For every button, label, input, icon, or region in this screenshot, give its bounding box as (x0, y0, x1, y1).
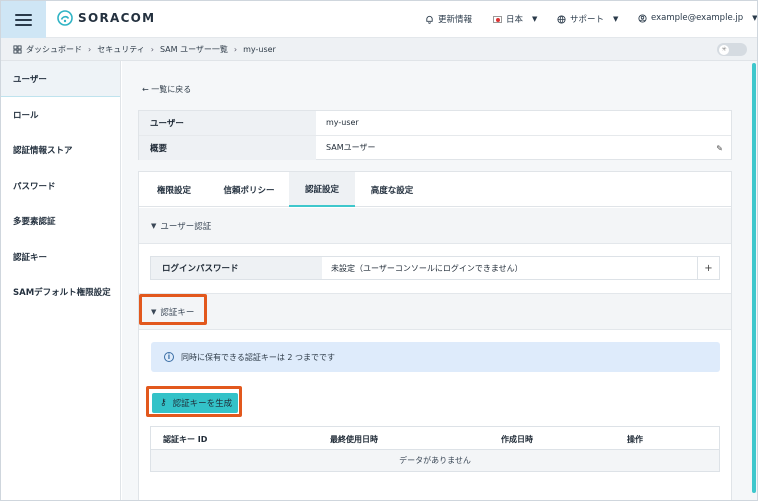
sidebar-item-label: 認証キー (13, 252, 48, 263)
info-row-description: 概要 SAMユーザー ✎ (139, 135, 731, 160)
column-header[interactable]: 作成日時 (501, 434, 533, 445)
sidebar-item-auth-keys[interactable]: 認証キー (1, 239, 120, 275)
column-header: 操作 (627, 435, 643, 444)
breadcrumb: ダッシュボード › セキュリティ › SAM ユーザー一覧 › my-user … (1, 38, 757, 61)
app-window: SORACOM 更新情報 日本 ▼ サポート ▼ example@example… (0, 0, 758, 501)
plus-icon: + (704, 262, 713, 274)
breadcrumb-dashboard[interactable]: ダッシュボード (26, 44, 82, 55)
globe-icon (557, 14, 566, 24)
chevron-right-icon: › (150, 44, 154, 54)
back-link-label: 一覧に戻る (151, 85, 192, 94)
bell-icon (426, 15, 433, 24)
auth-key-section-header[interactable]: ▼ 認証キー (139, 293, 731, 330)
settings-tabs: 権限設定 信頼ポリシー 認証設定 高度な設定 (139, 172, 731, 207)
notice-text: 同時に保有できる認証キーは 2 つまでです (181, 352, 336, 362)
user-circle-icon (638, 13, 647, 23)
login-password-label: ログインパスワード (151, 257, 322, 279)
caret-down-icon: ▼ (752, 14, 758, 22)
sidebar-item-label: ユーザー (13, 74, 47, 85)
support-menu[interactable]: サポート ▼ (557, 13, 618, 25)
sidebar-item-label: 多要素認証 (13, 217, 56, 228)
sidebar-item-label: 認証情報ストア (13, 146, 73, 157)
top-bar: SORACOM 更新情報 日本 ▼ サポート ▼ example@example… (1, 1, 758, 38)
triangle-down-icon: ▼ (151, 221, 157, 230)
tab-label: 信頼ポリシー (223, 185, 275, 196)
sidebar-item-label: SAMデフォルト権限設定 (13, 288, 111, 299)
breadcrumb-current: my-user (243, 44, 276, 54)
tab-permissions[interactable]: 権限設定 (139, 172, 209, 207)
info-label-user: ユーザー (139, 111, 316, 135)
tab-label: 高度な設定 (370, 185, 414, 196)
auth-key-notice: i 同時に保有できる認証キーは 2 つまでです (151, 342, 720, 372)
language-select[interactable]: 日本 ▼ (493, 13, 537, 25)
login-password-value: 未設定（ユーザーコンソールにログインできません） (331, 263, 523, 273)
user-auth-title: ユーザー認証 (160, 221, 212, 232)
info-label-description: 概要 (139, 135, 316, 160)
info-row-user: ユーザー my-user (139, 111, 731, 136)
theme-toggle[interactable]: ✳ (717, 43, 747, 56)
tab-label: 認証設定 (304, 184, 339, 195)
login-password-row: ログインパスワード 未設定（ユーザーコンソールにログインできません） + (150, 256, 720, 280)
tab-auth-settings[interactable]: 認証設定 (289, 172, 355, 207)
tab-label: 権限設定 (156, 185, 191, 196)
breadcrumb-security[interactable]: セキュリティ (97, 44, 145, 55)
empty-state: データがありません (151, 450, 719, 471)
scrollbar-thumb[interactable] (752, 63, 756, 493)
sidebar-item-users[interactable]: ユーザー (1, 61, 120, 97)
updates-link[interactable]: 更新情報 (425, 13, 472, 25)
chevron-right-icon: › (88, 44, 92, 54)
account-menu[interactable]: example@example.jp ▼ (638, 13, 758, 23)
back-to-list-link[interactable]: ← 一覧に戻る (142, 84, 191, 95)
tab-trust-policy[interactable]: 信頼ポリシー (209, 172, 289, 207)
chevron-right-icon: › (233, 44, 238, 54)
dashboard-icon (13, 44, 22, 54)
sidebar-item-mfa[interactable]: 多要素認証 (1, 204, 120, 240)
column-header[interactable]: 認証キー ID (163, 434, 207, 445)
sidebar: ユーザー ロール 認証情報ストア パスワード 多要素認証 認証キー SAMデフォ… (1, 61, 121, 500)
user-auth-section-header[interactable]: ▼ ユーザー認証 (139, 208, 731, 244)
account-email: example@example.jp (651, 13, 744, 23)
edit-pencil-icon[interactable]: ✎ (716, 144, 723, 153)
soracom-logo-icon (57, 10, 73, 26)
highlight-auth-key-section (139, 294, 207, 325)
tab-advanced[interactable]: 高度な設定 (355, 172, 429, 207)
support-label: サポート (570, 15, 605, 25)
hamburger-icon (15, 13, 32, 26)
sidebar-item-label: ロール (13, 110, 39, 121)
logo[interactable]: SORACOM (57, 10, 155, 26)
brand-name: SORACOM (78, 11, 156, 25)
flag-icon (493, 15, 502, 23)
arrow-left-icon: ← (142, 85, 149, 94)
sidebar-item-roles[interactable]: ロール (1, 97, 120, 133)
updates-label: 更新情報 (438, 15, 473, 25)
auth-keys-table: 認証キー ID 最終使用日時 作成日時 操作 データがありません (150, 426, 720, 472)
sidebar-item-label: パスワード (13, 181, 56, 192)
add-password-button[interactable]: + (697, 257, 719, 279)
info-icon: i (164, 352, 174, 362)
highlight-generate-button (146, 386, 242, 417)
sidebar-item-credential-store[interactable]: 認証情報ストア (1, 133, 120, 169)
sidebar-item-password[interactable]: パスワード (1, 168, 120, 204)
breadcrumb-sam-users[interactable]: SAM ユーザー一覧 (160, 44, 228, 55)
caret-down-icon: ▼ (532, 15, 538, 23)
settings-panel: 権限設定 信頼ポリシー 認証設定 高度な設定 ▼ ユーザー認証 ログインパスワー… (138, 171, 732, 500)
info-value-description: SAMユーザー (326, 143, 376, 153)
column-header[interactable]: 最終使用日時 (330, 434, 378, 445)
sidebar-item-sam-default-permissions[interactable]: SAMデフォルト権限設定 (1, 275, 120, 311)
caret-down-icon: ▼ (613, 15, 619, 23)
menu-button[interactable] (1, 1, 46, 38)
table-header: 認証キー ID 最終使用日時 作成日時 操作 (151, 427, 719, 450)
user-info-table: ユーザー my-user 概要 SAMユーザー ✎ (138, 110, 732, 160)
sun-icon: ✳ (719, 44, 729, 55)
language-label: 日本 (506, 15, 524, 25)
info-value-user: my-user (326, 118, 359, 128)
